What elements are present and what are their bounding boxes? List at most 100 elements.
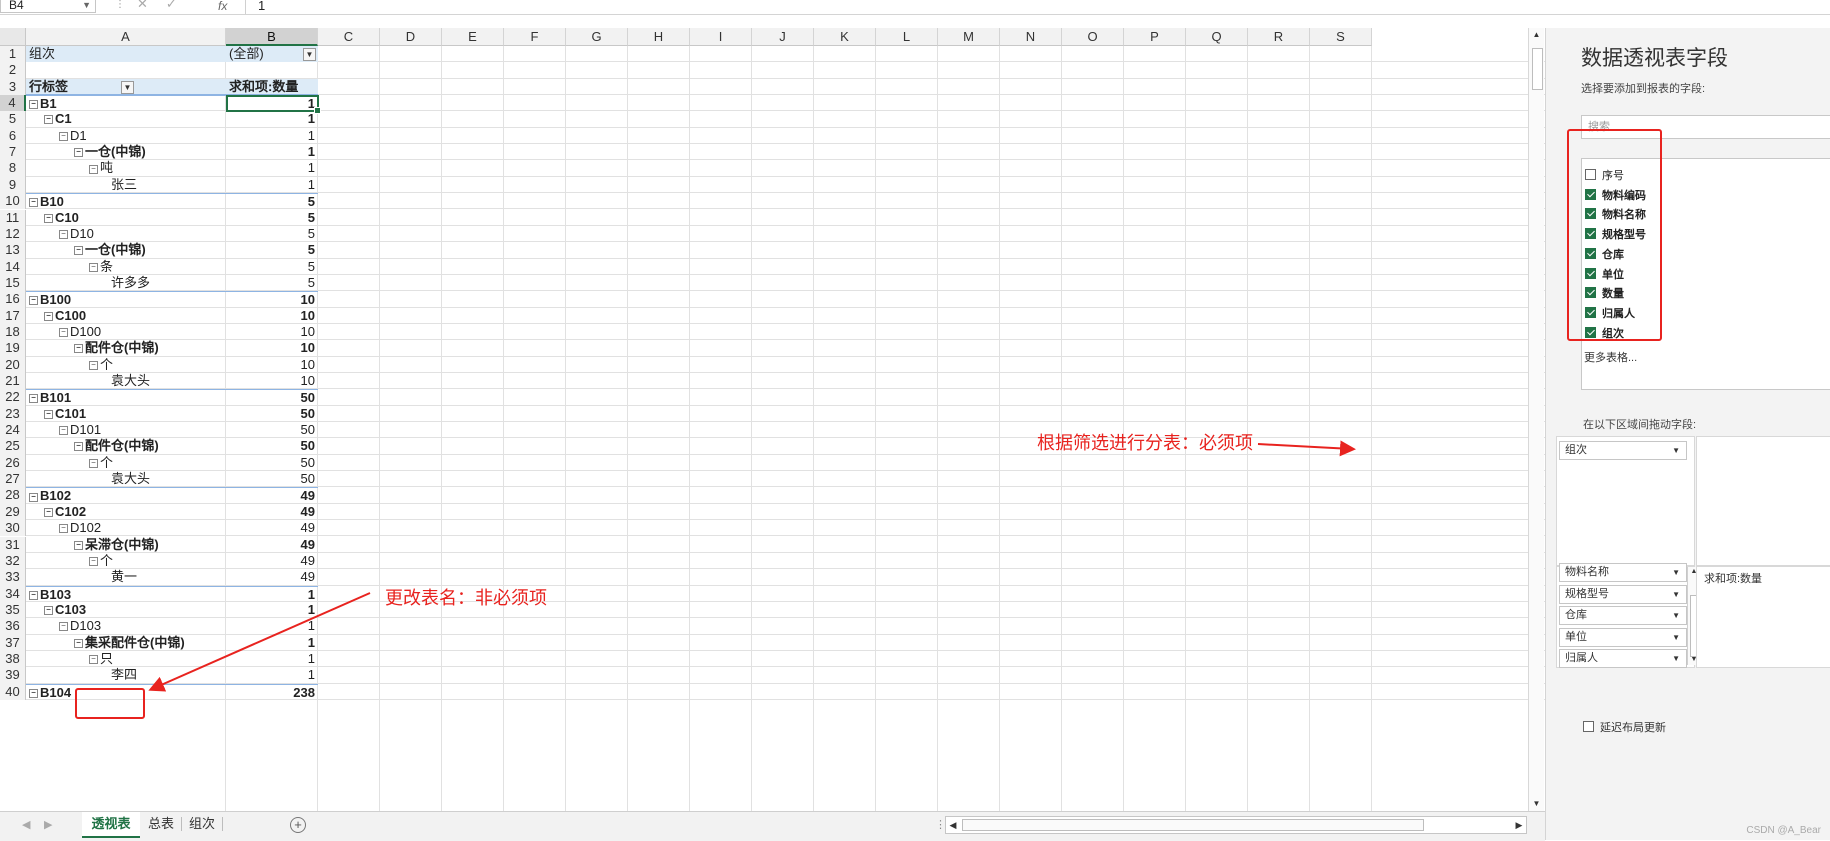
cell-a[interactable]: − B10 <box>26 193 226 209</box>
column-header-r[interactable]: R <box>1248 28 1310 46</box>
column-header-n[interactable]: N <box>1000 28 1062 46</box>
row-header[interactable]: 16 <box>0 291 26 308</box>
row-header[interactable]: 7 <box>0 144 26 161</box>
cell-b[interactable]: 10 <box>226 373 318 389</box>
row-header[interactable]: 32 <box>0 552 26 570</box>
cell-b[interactable]: 1 <box>226 651 318 667</box>
active-cell[interactable] <box>226 95 321 115</box>
cancel-icon[interactable]: ✕ <box>137 0 166 11</box>
cell-a[interactable]: 袁大头 <box>26 471 226 487</box>
values-area[interactable]: 求和项:数量 <box>1696 566 1830 668</box>
name-box[interactable]: B4 ▼ <box>0 0 96 13</box>
cell-b[interactable]: 238 <box>226 683 318 700</box>
row-header[interactable]: 38 <box>0 650 26 668</box>
collapse-icon[interactable]: − <box>59 622 68 632</box>
row-header[interactable]: 25 <box>0 438 26 455</box>
cell-a[interactable]: − C1 <box>26 111 226 127</box>
column-header-c[interactable]: C <box>318 28 380 46</box>
column-header-j[interactable]: J <box>752 28 814 46</box>
collapse-icon[interactable]: − <box>29 100 38 110</box>
cell-b[interactable]: 50 <box>226 389 318 405</box>
collapse-icon[interactable]: − <box>59 524 68 534</box>
cell-b[interactable]: 49 <box>226 487 318 503</box>
cell-b[interactable]: 50 <box>226 471 318 487</box>
collapse-icon[interactable]: − <box>74 442 83 452</box>
insert-function-icon[interactable]: fx <box>218 0 227 13</box>
chevron-down-icon[interactable]: ▼ <box>1672 586 1680 603</box>
cell-a[interactable]: − B100 <box>26 291 226 307</box>
tab-next-icon[interactable]: ▶ <box>44 818 52 831</box>
cell-b[interactable]: 50 <box>226 455 318 471</box>
cell-b[interactable]: 10 <box>226 340 318 356</box>
tab-prev-icon[interactable]: ◀ <box>22 818 30 831</box>
chevron-down-icon[interactable]: ▼ <box>1672 607 1680 624</box>
row-header[interactable]: 39 <box>0 667 26 684</box>
chevron-down-icon[interactable]: ▼ <box>1672 650 1680 667</box>
cell-a[interactable]: − B101 <box>26 389 226 405</box>
cell-a[interactable]: − 呆滞仓(中锦) <box>26 537 226 553</box>
rows-field-item[interactable]: 仓库 ▼ <box>1559 606 1687 625</box>
cell-a[interactable]: 李四 <box>26 667 226 683</box>
cell-b[interactable]: 50 <box>226 438 318 454</box>
row-header[interactable]: 33 <box>0 569 26 586</box>
scroll-left-icon[interactable]: ◀ <box>946 817 960 833</box>
cell-b[interactable]: 1 <box>226 585 318 602</box>
cell-b[interactable]: 1 <box>226 618 318 634</box>
cell-b[interactable]: 1 <box>226 177 318 193</box>
cell-b[interactable]: 50 <box>226 406 318 422</box>
cell-b[interactable]: 10 <box>226 291 318 307</box>
cell-b[interactable]: 1 <box>226 160 318 176</box>
cell-b[interactable]: 5 <box>226 275 318 291</box>
cell-a[interactable]: 许多多 <box>26 275 226 291</box>
collapse-icon[interactable]: − <box>74 246 83 256</box>
collapse-icon[interactable]: − <box>44 605 53 615</box>
row-header[interactable]: 3 <box>0 78 26 96</box>
scroll-right-icon[interactable]: ▶ <box>1512 817 1526 833</box>
sheet-tab-total[interactable]: 总表 <box>142 812 180 836</box>
cell-a[interactable]: − B102 <box>26 487 226 503</box>
chevron-down-icon[interactable]: ▼ <box>82 0 91 10</box>
cell-a[interactable]: − B1 <box>26 95 226 111</box>
cell-b[interactable]: 49 <box>226 569 318 585</box>
defer-layout-update[interactable]: 延迟布局更新 <box>1583 719 1666 735</box>
row-header[interactable]: 17 <box>0 307 26 324</box>
filter-dropdown-icon[interactable]: ▼ <box>303 48 316 61</box>
rows-field-item[interactable]: 归属人 ▼ <box>1559 649 1687 668</box>
cell-b[interactable]: 49 <box>226 553 318 569</box>
column-header-l[interactable]: L <box>876 28 938 46</box>
cell-a[interactable]: − 一仓(中锦) <box>26 242 226 258</box>
column-header-f[interactable]: F <box>504 28 566 46</box>
cell-a[interactable]: − 个 <box>26 357 226 373</box>
row-header[interactable]: 27 <box>0 471 26 488</box>
collapse-icon[interactable]: − <box>74 540 83 550</box>
collapse-icon[interactable]: − <box>44 311 53 321</box>
row-header[interactable]: 4 <box>0 95 26 112</box>
collapse-icon[interactable]: − <box>59 229 68 239</box>
cell-b[interactable] <box>226 62 318 78</box>
cell-a[interactable]: − C103 <box>26 602 226 618</box>
cell-a[interactable]: − 集采配件仓(中锦) <box>26 635 226 651</box>
row-header[interactable]: 6 <box>0 127 26 145</box>
cell-a[interactable]: − D103 <box>26 618 226 634</box>
vertical-scrollbar[interactable]: ▲ ▼ <box>1528 28 1544 811</box>
scroll-down-icon[interactable]: ▼ <box>1529 797 1544 811</box>
cell-b[interactable]: 求和项:数量 <box>226 78 318 96</box>
cell-a[interactable]: − 只 <box>26 651 226 667</box>
cell-a[interactable]: − C10 <box>26 210 226 226</box>
cell-a[interactable]: − D1 <box>26 128 226 144</box>
row-header[interactable]: 10 <box>0 193 26 210</box>
cell-b[interactable]: 49 <box>226 504 318 520</box>
row-header[interactable]: 5 <box>0 111 26 128</box>
collapse-icon[interactable]: − <box>44 507 53 517</box>
worksheet-grid[interactable]: ABCDEFGHIJKLMNOPQRS 1 组次 (全部) ▼ 2 3 行标签 ▼ 求和项:数量… <box>0 28 1545 811</box>
collapse-icon[interactable]: − <box>29 590 38 600</box>
chevron-down-icon[interactable]: ▼ <box>1672 564 1680 581</box>
collapse-icon[interactable]: − <box>89 360 98 370</box>
row-header[interactable]: 37 <box>0 634 26 651</box>
cell-a[interactable] <box>26 62 226 78</box>
column-header-m[interactable]: M <box>938 28 1000 46</box>
cell-b[interactable]: 5 <box>226 259 318 275</box>
row-header[interactable]: 34 <box>0 585 26 602</box>
row-header[interactable]: 21 <box>0 373 26 390</box>
values-field-sum-quantity[interactable]: 求和项:数量 <box>1699 571 1829 590</box>
